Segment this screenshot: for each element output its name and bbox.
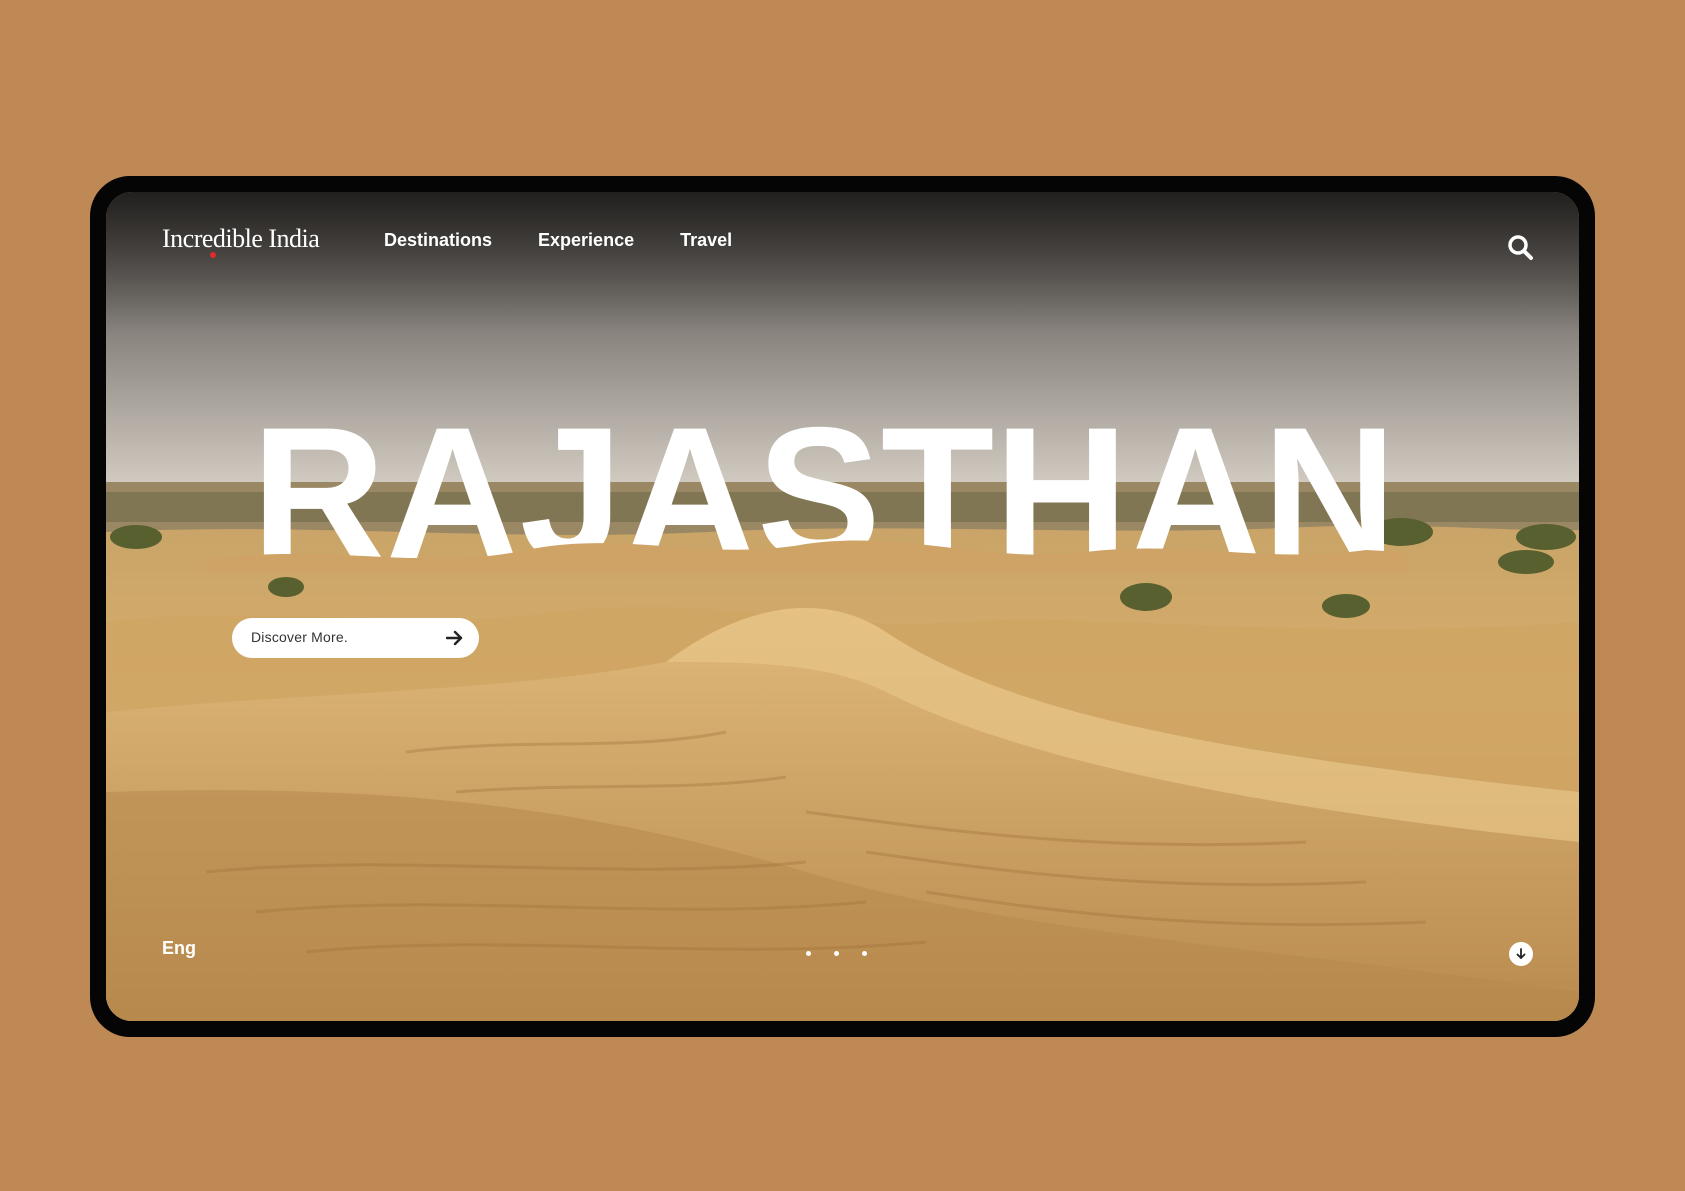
hero-title-graphic: RAJASTHAN	[206, 388, 1406, 598]
discover-more-button[interactable]: Discover More.	[232, 618, 479, 658]
pagination-dot[interactable]	[834, 951, 839, 956]
arrow-right-icon	[446, 630, 463, 646]
hero-screen: Incredible India Destinations Experience…	[106, 192, 1579, 1021]
language-selector[interactable]: Eng	[162, 938, 196, 959]
pagination-dot[interactable]	[862, 951, 867, 956]
scroll-down-button[interactable]	[1509, 942, 1533, 966]
slide-pagination	[806, 951, 867, 956]
discover-more-label: Discover More.	[251, 629, 348, 645]
device-frame: Incredible India Destinations Experience…	[90, 176, 1595, 1037]
arrow-down-icon	[1516, 948, 1526, 959]
pagination-dot[interactable]	[806, 951, 811, 956]
